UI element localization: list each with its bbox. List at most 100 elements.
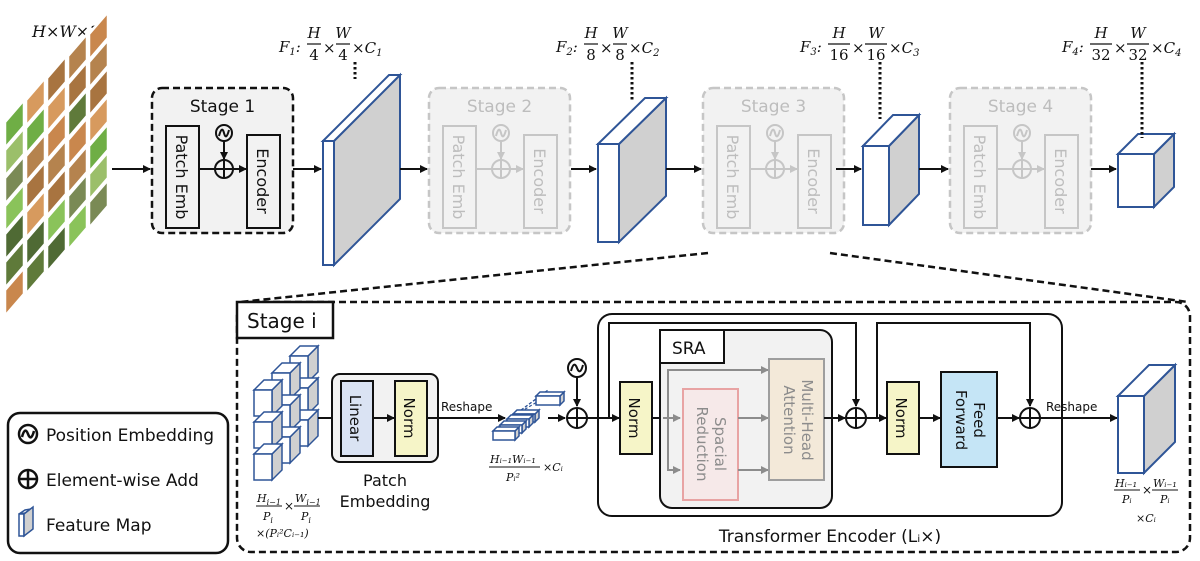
svg-text:×C1: ×C1 bbox=[352, 39, 382, 59]
element-wise-add-icon bbox=[765, 159, 785, 179]
reshape-2-label: Reshape bbox=[1046, 400, 1097, 414]
patch-cube bbox=[252, 378, 284, 418]
patch-emb-label: Patch Emb bbox=[723, 135, 742, 220]
svg-text:F4:: F4: bbox=[1061, 38, 1084, 58]
svg-text:×: × bbox=[600, 39, 613, 57]
legend-position-embedding-label: Position Embedding bbox=[46, 426, 214, 446]
feature-map-f3 bbox=[860, 62, 922, 228]
mha-label-1: Multi-Head bbox=[798, 379, 816, 460]
svg-text:×C2: ×C2 bbox=[629, 39, 659, 59]
output-dims-p2: Pᵢ bbox=[1159, 493, 1170, 506]
element-wise-add-icon bbox=[1012, 159, 1032, 179]
input-dims: Hi−1 Pi × Wi−1 Pi ×(Pᵢ²Cᵢ₋₁) bbox=[256, 492, 321, 540]
svg-text:×C4: ×C4 bbox=[1151, 39, 1181, 59]
spatial-reduction-label-1: Spacial bbox=[711, 417, 729, 471]
stage-i-title: Stage i bbox=[247, 309, 317, 333]
feature-map-label-f1: F1:H4 ×W4 ×C1 bbox=[278, 24, 382, 64]
norm-2-label: Norm bbox=[892, 398, 910, 439]
svg-text:W: W bbox=[868, 24, 885, 42]
svg-text:W: W bbox=[612, 24, 629, 42]
transformer-encoder: Norm SRA Spacial Reduction Multi-Head At… bbox=[587, 313, 1063, 547]
feature-map-f1 bbox=[320, 62, 403, 268]
input-dims-h: Hi−1 bbox=[256, 492, 281, 507]
feature-map-label-f3: F3:H16 ×W16 ×C3 bbox=[799, 24, 919, 64]
linear-label: Linear bbox=[346, 395, 364, 442]
patch-cube bbox=[252, 410, 284, 450]
feature-map-label-f4: F4:H32 ×W32 ×C4 bbox=[1061, 24, 1181, 64]
stage-title: Stage 3 bbox=[741, 97, 806, 117]
svg-text:×: × bbox=[1114, 39, 1127, 57]
stage-2-block: Stage 2 Patch Emb Encoder bbox=[427, 86, 572, 235]
stage-title: Stage 4 bbox=[988, 97, 1053, 117]
stage-3-block: Stage 3 Patch Emb Encoder bbox=[701, 86, 846, 235]
ff-label-2: Forward bbox=[952, 390, 970, 450]
stage-title: Stage 2 bbox=[467, 97, 532, 117]
feature-map-front bbox=[322, 140, 335, 266]
element-wise-add-icon bbox=[17, 468, 39, 490]
pvt-architecture-diagram: H×W×3 Stage 1 Patch Emb Encoder Stage 2 Patc… bbox=[3, 8, 1192, 555]
svg-text:×: × bbox=[323, 39, 336, 57]
feature-map-f4 bbox=[1115, 62, 1177, 210]
transformer-encoder-caption: Transformer Encoder (Lᵢ×) bbox=[718, 527, 941, 547]
patch-emb-label: Patch Emb bbox=[172, 135, 191, 220]
output-dims-channels: ×Cᵢ bbox=[1136, 512, 1156, 525]
svg-text:H: H bbox=[306, 24, 321, 42]
element-wise-add-icon bbox=[491, 159, 511, 179]
feature-map-front bbox=[597, 143, 620, 243]
element-wise-add-icon bbox=[214, 159, 234, 179]
legend-element-wise-add-label: Element-wise Add bbox=[46, 471, 199, 491]
patch-emb-label: Patch Emb bbox=[970, 135, 989, 220]
svg-text:×: × bbox=[1142, 483, 1152, 497]
input-dims-w: Wi−1 bbox=[295, 492, 321, 507]
mha-label-2: Attention bbox=[780, 385, 798, 454]
output-dims-w: Wᵢ₋₁ bbox=[1153, 477, 1177, 490]
token-dims: Hᵢ₋₁Wᵢ₋₁ Pᵢ² ×Cᵢ bbox=[489, 453, 563, 484]
legend-feature-map-label: Feature Map bbox=[46, 516, 152, 536]
svg-text:4: 4 bbox=[309, 46, 319, 64]
input-dims-channels: ×(Pᵢ²Cᵢ₋₁) bbox=[256, 527, 309, 540]
svg-text:8: 8 bbox=[615, 46, 625, 64]
svg-text:×C3: ×C3 bbox=[889, 39, 919, 59]
input-dims-p1: Pi bbox=[262, 510, 273, 525]
input-dims-p2: Pi bbox=[300, 510, 311, 525]
token-dims-den: Pᵢ² bbox=[505, 471, 520, 484]
stage-1-block: Stage 1 Patch Emb Encoder bbox=[150, 86, 295, 235]
svg-text:F2:: F2: bbox=[555, 38, 578, 58]
input-image: H×W×3 bbox=[3, 8, 110, 320]
svg-text:16: 16 bbox=[866, 46, 885, 64]
input-patch-cubes bbox=[252, 344, 320, 482]
add-symbol-1 bbox=[566, 407, 588, 429]
position-embedding-symbol bbox=[567, 358, 587, 378]
svg-text:W: W bbox=[1130, 24, 1147, 42]
image-patch-grid bbox=[3, 8, 110, 320]
token-dims-num: Hᵢ₋₁Wᵢ₋₁ bbox=[489, 453, 536, 466]
svg-text:16: 16 bbox=[829, 46, 848, 64]
output-dims-p1: Pᵢ bbox=[1121, 493, 1132, 506]
patch-embedding-caption-1: Patch bbox=[363, 471, 407, 490]
output-dims: Hᵢ₋₁ Pᵢ × Wᵢ₋₁ Pᵢ ×Cᵢ bbox=[1114, 477, 1178, 525]
svg-text:F1:: F1: bbox=[278, 38, 301, 58]
svg-text:×: × bbox=[284, 499, 294, 513]
svg-text:H: H bbox=[583, 24, 598, 42]
zoom-connector-left bbox=[239, 251, 709, 304]
output-dims-h: Hᵢ₋₁ bbox=[1114, 477, 1137, 490]
svg-text:H: H bbox=[831, 24, 846, 42]
output-feature-map bbox=[1115, 362, 1178, 476]
add-symbol-3 bbox=[1019, 407, 1041, 429]
svg-text:W: W bbox=[335, 24, 352, 42]
patch-embedding-block: Linear Norm Patch Embedding bbox=[331, 373, 439, 511]
patch-cube bbox=[252, 442, 284, 482]
svg-text:×: × bbox=[852, 39, 865, 57]
token bbox=[534, 390, 566, 407]
svg-text:H: H bbox=[1093, 24, 1108, 42]
add-symbol-2 bbox=[845, 407, 867, 429]
spatial-reduction-label-2: Reduction bbox=[693, 407, 711, 482]
feature-map-front bbox=[862, 145, 890, 226]
token bbox=[491, 425, 521, 442]
svg-text:32: 32 bbox=[1128, 46, 1147, 64]
svg-text:F3:: F3: bbox=[799, 38, 822, 58]
position-embedding-icon bbox=[17, 423, 39, 445]
stage-title: Stage 1 bbox=[190, 97, 255, 117]
feature-map-front bbox=[1117, 153, 1155, 208]
encoder-label: Encoder bbox=[1051, 148, 1070, 214]
